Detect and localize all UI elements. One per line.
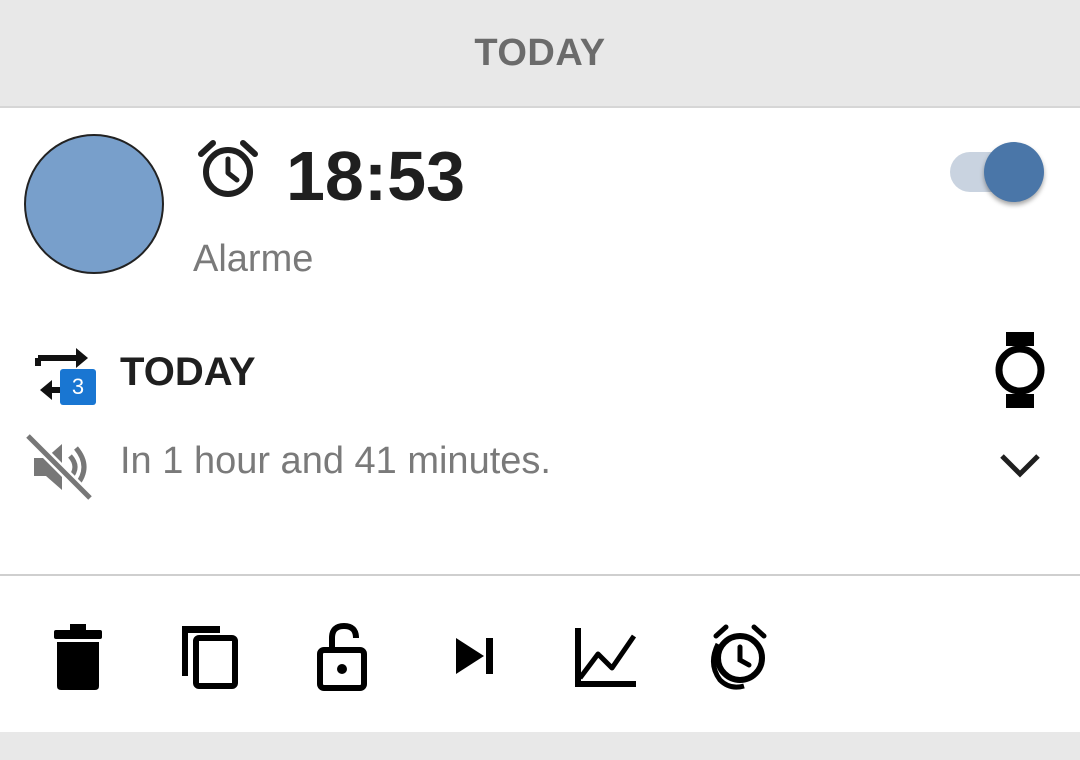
snooze-icon[interactable] [700, 620, 772, 692]
next-card-edge [0, 732, 1080, 760]
section-title: TODAY [474, 31, 606, 74]
alarm-enabled-toggle[interactable] [948, 142, 1058, 212]
avatar[interactable] [24, 134, 164, 274]
trash-icon[interactable] [42, 620, 114, 692]
toggle-thumb [984, 142, 1044, 202]
repeat-badge: 3 [60, 369, 96, 405]
section-header: TODAY [0, 0, 1080, 108]
alarm-time[interactable]: 18:53 [286, 136, 465, 216]
chart-icon[interactable] [568, 620, 640, 692]
alarm-label[interactable]: Alarme [193, 236, 313, 282]
copy-icon[interactable] [172, 620, 244, 692]
divider [0, 574, 1080, 576]
watch-icon[interactable] [994, 332, 1046, 408]
lock-open-icon[interactable] [306, 620, 378, 692]
volume-off-icon[interactable] [24, 432, 94, 502]
skip-next-icon[interactable] [440, 620, 512, 692]
time-remaining-text: In 1 hour and 41 minutes. [120, 440, 551, 482]
alarm-clock-icon [198, 140, 258, 197]
alarm-card[interactable]: 18:53 Alarme 3 TODAY In 1 hour and 41 mi… [0, 108, 1080, 732]
chevron-down-icon[interactable] [996, 446, 1044, 486]
repeat-text[interactable]: TODAY [120, 348, 256, 396]
